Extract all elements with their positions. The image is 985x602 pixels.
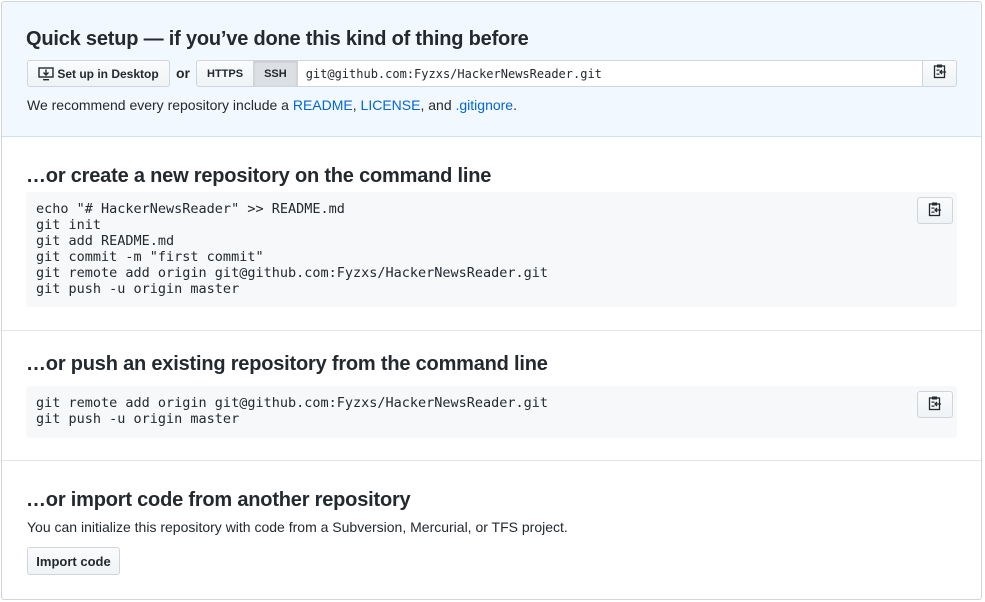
readme-link[interactable]: README [293, 97, 353, 113]
comma-text: , [352, 97, 357, 113]
clippy-icon [928, 395, 942, 414]
create-new-repo-section: …or create a new repository on the comma… [2, 137, 981, 331]
copy-create-commands-button[interactable] [917, 197, 953, 224]
recommendation-text: We recommend every repository include a … [27, 97, 517, 113]
clippy-icon [928, 201, 942, 220]
setup-in-desktop-button[interactable]: Set up in Desktop [27, 60, 170, 87]
import-code-title: …or import code from another repository [26, 489, 411, 511]
recommend-prefix: We recommend every repository include a [27, 97, 289, 113]
desktop-download-icon [38, 66, 55, 81]
quick-setup-section: Quick setup — if you’ve done this kind o… [2, 2, 981, 137]
license-link[interactable]: LICENSE [361, 97, 421, 113]
period-text: . [513, 97, 517, 113]
push-existing-repo-title: …or push an existing repository from the… [26, 353, 548, 375]
push-existing-commands: git remote add origin git@github.com:Fyz… [36, 395, 549, 427]
clone-url-group: HTTPS SSH [196, 60, 957, 87]
empty-repo-setup-box: Quick setup — if you’ve done this kind o… [1, 1, 982, 600]
ssh-tab[interactable]: SSH [254, 61, 298, 86]
setup-in-desktop-label: Set up in Desktop [57, 66, 159, 81]
create-new-commands: echo "# HackerNewsReader" >> README.md g… [36, 201, 549, 297]
or-label: or [176, 65, 190, 81]
import-code-section: …or import code from another repository … [2, 461, 981, 599]
create-new-repo-title: …or create a new repository on the comma… [26, 165, 492, 187]
import-description: You can initialize this repository with … [27, 519, 568, 535]
copy-push-commands-button[interactable] [917, 391, 953, 418]
gitignore-link[interactable]: .gitignore [456, 97, 514, 113]
push-existing-code-block: git remote add origin git@github.com:Fyz… [26, 386, 957, 438]
quick-setup-title: Quick setup — if you’ve done this kind o… [26, 28, 529, 50]
copy-clone-url-button[interactable] [922, 61, 956, 86]
and-text: , and [420, 97, 452, 113]
push-existing-repo-section: …or push an existing repository from the… [2, 331, 981, 461]
https-tab[interactable]: HTTPS [197, 61, 255, 86]
create-new-code-block: echo "# HackerNewsReader" >> README.md g… [26, 192, 957, 307]
clippy-icon [933, 63, 947, 84]
import-code-button[interactable]: Import code [27, 547, 120, 575]
clone-url-input[interactable] [297, 61, 922, 86]
